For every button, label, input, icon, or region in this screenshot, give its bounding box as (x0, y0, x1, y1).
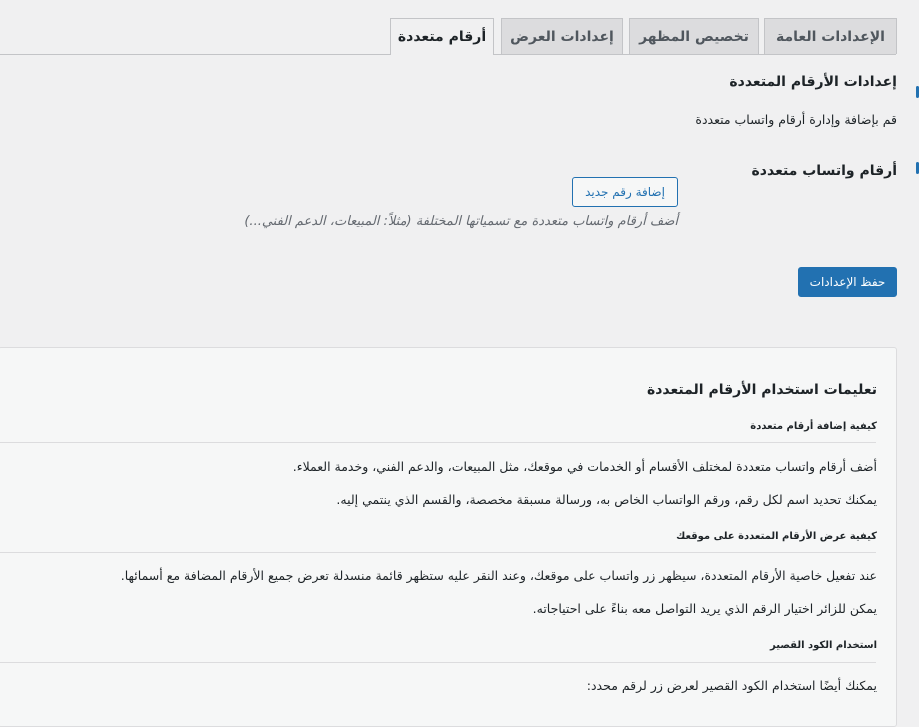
numbers-field-description: أضف أرقام واتساب متعددة مع تسمياتها المخ… (244, 214, 678, 229)
tab-multiple-numbers[interactable]: أرقام متعددة (390, 18, 494, 55)
section-divider (0, 442, 876, 443)
instructions-title: تعليمات استخدام الأرقام المتعددة (646, 382, 877, 398)
section-heading-shortcode: استخدام الكود القصير (770, 640, 877, 651)
settings-title: إعدادات الأرقام المتعددة (729, 74, 897, 90)
section-paragraph: عند تفعيل خاصية الأرقام المتعددة، سيظهر … (120, 568, 877, 583)
tab-appearance[interactable]: تخصيص المظهر (629, 18, 759, 54)
section-paragraph: يمكنك أيضًا استخدام الكود القصير لعرض زر… (586, 678, 877, 693)
add-number-button[interactable]: إضافة رقم جديد (572, 177, 678, 207)
tab-display-settings[interactable]: إعدادات العرض (501, 18, 623, 54)
section-divider (0, 552, 876, 553)
section-paragraph: يمكنك تحديد اسم لكل رقم، ورقم الواتساب ا… (336, 492, 877, 507)
section-paragraph: أضف أرقام واتساب متعددة لمختلف الأقسام أ… (292, 459, 877, 474)
save-settings-button[interactable]: حفظ الإعدادات (798, 267, 897, 297)
settings-intro: قم بإضافة وإدارة أرقام واتساب متعددة (695, 112, 897, 127)
section-divider (0, 662, 876, 663)
numbers-field-label: أرقام واتساب متعددة (751, 163, 897, 179)
section-heading-display-numbers: كيفية عرض الأرقام المتعددة على موقعك (676, 531, 877, 542)
section-paragraph: يمكن للزائر اختيار الرقم الذي يريد التوا… (532, 601, 877, 616)
section-heading-add-numbers: كيفية إضافة أرقام متعددة (750, 421, 877, 432)
tab-general-settings[interactable]: الإعدادات العامة (764, 18, 897, 54)
